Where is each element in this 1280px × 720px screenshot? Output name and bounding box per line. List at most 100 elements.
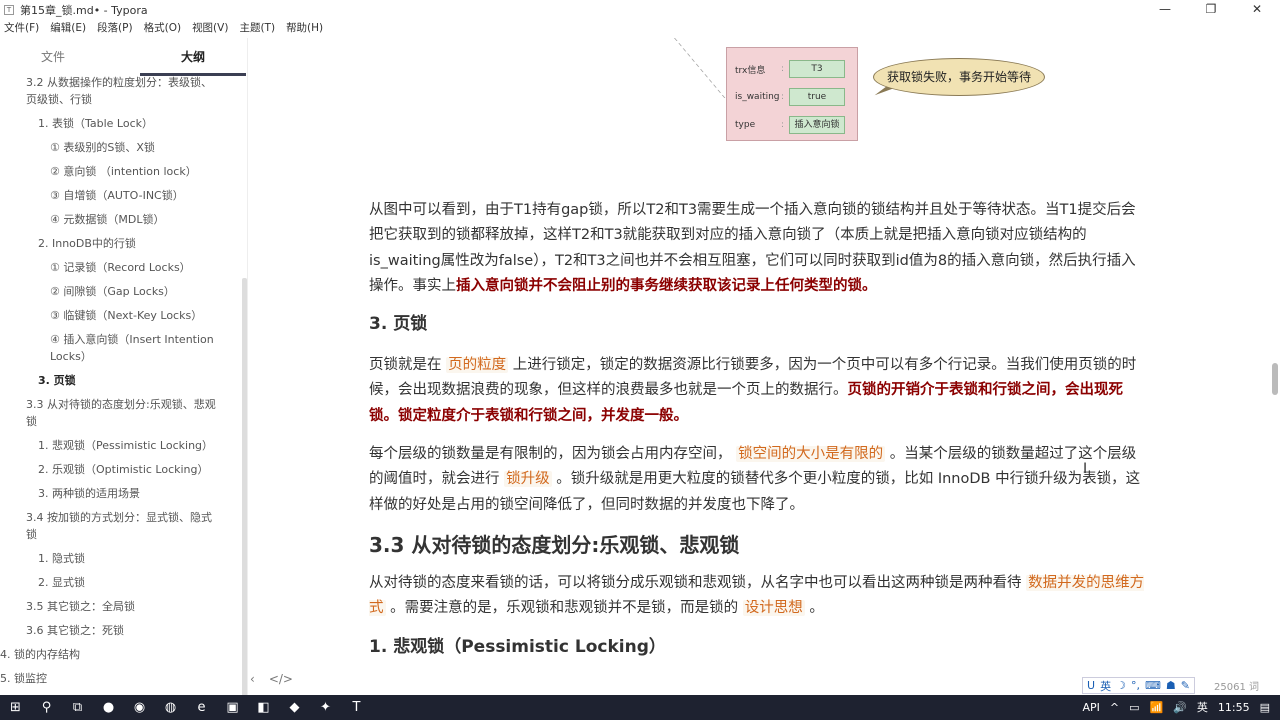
menu-item[interactable]: 文件(F) bbox=[4, 19, 39, 38]
outline-item[interactable]: 2. 乐观锁（Optimistic Locking） bbox=[0, 461, 240, 478]
outline-item[interactable]: ① 记录锁（Record Locks） bbox=[0, 259, 240, 276]
bold-text: 插入意向锁并不会阻止别的事务继续获取该记录上任何类型的锁。 bbox=[456, 277, 877, 294]
outline-item[interactable]: ① 表级别的S锁、X锁 bbox=[0, 139, 240, 156]
diagram-key: trx信息 bbox=[735, 65, 766, 76]
minimize-button[interactable]: — bbox=[1142, 0, 1188, 19]
ime-toolbar[interactable]: U 英 ☽ °, ⌨ ☗ ✎ bbox=[1082, 677, 1195, 694]
tray-item[interactable]: API bbox=[1082, 695, 1099, 720]
close-button[interactable]: ✕ bbox=[1234, 0, 1280, 19]
outline-item[interactable]: 5. 锁监控 bbox=[0, 670, 240, 687]
taskbar-app-icon[interactable]: ⊞ bbox=[0, 700, 31, 715]
outline-item[interactable]: 3.6 其它锁之：死锁 bbox=[0, 622, 240, 639]
sidebar-scrollbar[interactable] bbox=[242, 278, 247, 695]
tray-item[interactable]: 🔊 bbox=[1173, 695, 1187, 720]
word-count[interactable]: 25061 词 bbox=[1214, 678, 1259, 693]
outline-item[interactable]: 1. 悲观锁（Pessimistic Locking） bbox=[0, 437, 240, 454]
text: 从对待锁的态度来看锁的话，可以将锁分成乐观锁和悲观锁，从名字中也可以看出这两种锁… bbox=[369, 574, 1027, 591]
tray-item[interactable]: 英 bbox=[1197, 695, 1208, 720]
tray-item[interactable]: ▭ bbox=[1129, 695, 1139, 720]
tray-item[interactable]: 11:55 bbox=[1218, 695, 1250, 720]
taskbar-app-icon[interactable]: ▣ bbox=[217, 700, 248, 715]
diagram-value: true bbox=[789, 88, 845, 106]
outline-item[interactable]: 2. 显式锁 bbox=[0, 574, 240, 591]
ime-icon[interactable]: ⌨ bbox=[1145, 679, 1161, 692]
document-body[interactable]: 从图中可以看到，由于T1持有gap锁，所以T2和T3需要生成一个插入意向锁的锁结… bbox=[369, 198, 1149, 676]
diagram-key: type bbox=[735, 120, 756, 130]
highlight-text: 设计思想 bbox=[742, 600, 805, 617]
highlight-text: 页的粒度 bbox=[446, 357, 509, 374]
outline-item[interactable]: 3. 两种锁的适用场景 bbox=[0, 485, 240, 502]
diagram-row: is_waiting: true bbox=[735, 88, 845, 106]
taskbar-app-icon[interactable]: ⧉ bbox=[62, 700, 93, 715]
tray-item[interactable]: ▤ bbox=[1260, 695, 1270, 720]
editor[interactable]: trx信息: T3 is_waiting: true type: 插入意向锁 获取锁失败，… bbox=[248, 38, 1280, 695]
highlight-text: 锁空间的大小是有限的 bbox=[736, 446, 886, 463]
text: 1. 悲观锁（Pessimistic Locking） bbox=[369, 636, 666, 657]
paragraph: 从图中可以看到，由于T1持有gap锁，所以T2和T3需要生成一个插入意向锁的锁结… bbox=[369, 198, 1149, 299]
lock-structure-diagram: trx信息: T3 is_waiting: true type: 插入意向锁 bbox=[726, 47, 858, 141]
outline-item[interactable]: ② 间隙锁（Gap Locks） bbox=[0, 283, 240, 300]
paragraph: 页锁就是在 页的粒度 上进行锁定，锁定的数据资源比行锁要多，因为一个页中可以有多… bbox=[369, 353, 1149, 429]
taskbar-app-icon[interactable]: ⚲ bbox=[31, 700, 62, 715]
text: 。 bbox=[804, 600, 824, 617]
menu-item[interactable]: 段落(P) bbox=[97, 19, 133, 38]
text-cursor-icon: I bbox=[1083, 461, 1088, 477]
ime-icon[interactable]: U bbox=[1087, 679, 1095, 692]
taskbar: ⊞ ⚲ ⧉ ● ◉ ◍ e ▣ ◧ ◆ ✦ T API ^ ▭ 📶 🔊 英 11:55 ▤ bbox=[0, 695, 1280, 720]
diagram-separator: : bbox=[781, 120, 785, 130]
outline-item[interactable]: ③ 自增锁（AUTO-INC锁） bbox=[0, 187, 240, 204]
outline-item[interactable]: 1. 表锁（Table Lock） bbox=[0, 115, 240, 132]
outline-item[interactable]: 3.3 从对待锁的态度划分:乐观锁、悲观锁 bbox=[0, 396, 240, 430]
tray-item[interactable]: 📶 bbox=[1149, 695, 1163, 720]
menu-item[interactable]: 视图(V) bbox=[192, 19, 228, 38]
text: 页锁就是在 bbox=[369, 357, 447, 374]
taskbar-app-icon[interactable]: T bbox=[341, 700, 372, 715]
heading: 3.3 从对待锁的态度划分:乐观锁、悲观锁 bbox=[369, 531, 1149, 559]
tab-files[interactable]: 文件 bbox=[0, 38, 106, 76]
menu-item[interactable]: 主题(T) bbox=[239, 19, 275, 38]
menu-item[interactable]: 格式(O) bbox=[144, 19, 181, 38]
taskbar-app-icon[interactable]: ◧ bbox=[248, 700, 279, 715]
ime-icon[interactable]: ☗ bbox=[1166, 679, 1176, 692]
ime-icon[interactable]: °, bbox=[1131, 679, 1140, 692]
outline-item[interactable]: ③ 临键锁（Next-Key Locks） bbox=[0, 307, 240, 324]
diagram-value: 插入意向锁 bbox=[789, 116, 845, 134]
diagram-separator: : bbox=[781, 92, 785, 102]
outline-item[interactable]: 3. 页锁 bbox=[0, 372, 240, 389]
outline-item[interactable]: 3.4 按加锁的方式划分：显式锁、隐式锁 bbox=[0, 509, 240, 543]
taskbar-app-icon[interactable]: ◆ bbox=[279, 700, 310, 715]
outline-item[interactable]: 3.2 从数据操作的粒度划分：表级锁、页级锁、行锁 bbox=[0, 74, 240, 108]
taskbar-app-icon[interactable]: ◉ bbox=[124, 700, 155, 715]
outline-item[interactable]: ② 意向锁 （intention lock） bbox=[0, 163, 240, 180]
tray-item[interactable]: ^ bbox=[1110, 695, 1119, 720]
heading: 3. 页锁 bbox=[369, 312, 1149, 336]
paragraph: 从对待锁的态度来看锁的话，可以将锁分成乐观锁和悲观锁，从名字中也可以看出这两种锁… bbox=[369, 571, 1149, 622]
menu-bar: 文件(F) 编辑(E) 段落(P) 格式(O) 视图(V) 主题(T) 帮助(H) bbox=[0, 19, 334, 38]
outline-item[interactable]: 2. InnoDB中的行锁 bbox=[0, 235, 240, 252]
outline-item[interactable]: ④ 插入意向锁（Insert Intention Locks） bbox=[0, 331, 240, 365]
taskbar-app-icon[interactable]: ● bbox=[93, 700, 124, 715]
ime-icon[interactable]: ✎ bbox=[1181, 679, 1190, 692]
maximize-button[interactable]: ❐ bbox=[1188, 0, 1234, 19]
diagram-separator: : bbox=[781, 64, 785, 74]
ime-icon[interactable]: 英 bbox=[1100, 678, 1111, 694]
outline-item[interactable]: ④ 元数据锁（MDL锁） bbox=[0, 211, 240, 228]
tab-outline[interactable]: 大纲 bbox=[140, 38, 246, 76]
taskbar-app-icon[interactable]: ✦ bbox=[310, 700, 341, 715]
heading: 1. 悲观锁（Pessimistic Locking） bbox=[369, 635, 1149, 659]
system-tray: API ^ ▭ 📶 🔊 英 11:55 ▤ bbox=[1082, 695, 1270, 720]
editor-scrollbar[interactable] bbox=[1272, 363, 1278, 395]
outline-item[interactable]: 4. 锁的内存结构 bbox=[0, 646, 240, 663]
outline-item[interactable]: 1. 隐式锁 bbox=[0, 550, 240, 567]
outline-item[interactable]: 3.5 其它锁之：全局锁 bbox=[0, 598, 240, 615]
ime-icon[interactable]: ☽ bbox=[1116, 679, 1126, 692]
menu-item[interactable]: 帮助(H) bbox=[286, 19, 323, 38]
window-title: 第15章_锁.md• - Typora bbox=[20, 3, 148, 17]
taskbar-app-icon[interactable]: e bbox=[186, 700, 217, 715]
taskbar-app-icon[interactable]: ◍ bbox=[155, 700, 186, 715]
text: 每个层级的锁数量是有限制的，因为锁会占用内存空间， bbox=[369, 446, 737, 463]
diagram-row: type: 插入意向锁 bbox=[735, 116, 845, 134]
menu-item[interactable]: 编辑(E) bbox=[50, 19, 86, 38]
text: 。需要注意的是，乐观锁和悲观锁并不是锁，而是锁的 bbox=[385, 600, 743, 617]
text: 3. 页锁 bbox=[369, 314, 428, 335]
